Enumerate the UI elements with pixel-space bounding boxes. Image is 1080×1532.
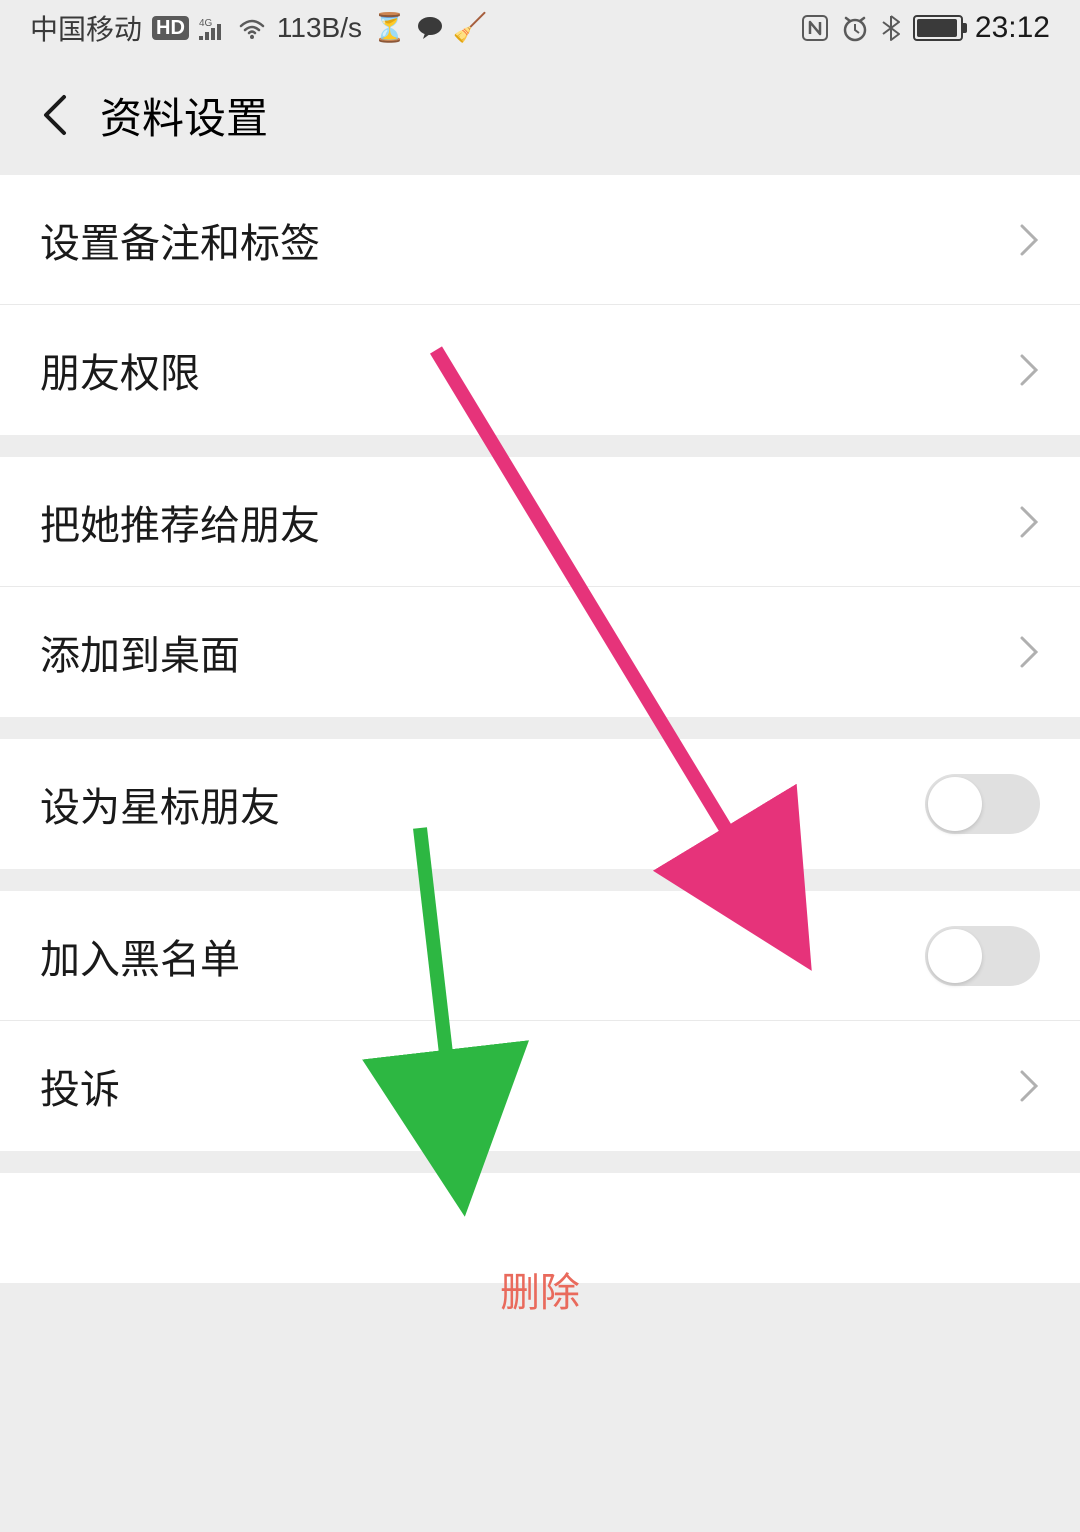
add-desktop-item[interactable]: 添加到桌面	[0, 587, 1080, 717]
blacklist-toggle[interactable]	[925, 926, 1040, 986]
toggle-knob	[928, 929, 982, 983]
chevron-right-icon	[1018, 222, 1040, 258]
chevron-right-icon	[1018, 1068, 1040, 1104]
chevron-right-icon	[1018, 352, 1040, 388]
delete-item[interactable]: 删除	[0, 1173, 1080, 1283]
group-gap	[0, 717, 1080, 739]
chevron-right-icon	[1018, 504, 1040, 540]
add-desktop-label: 添加到桌面	[40, 623, 240, 681]
star-friend-item: 设为星标朋友	[0, 739, 1080, 869]
toggle-knob	[928, 777, 982, 831]
time-display: 23:12	[975, 11, 1050, 45]
bluetooth-icon	[881, 14, 901, 42]
battery-icon	[913, 15, 963, 41]
back-button[interactable]	[30, 90, 80, 140]
alarm-icon	[841, 14, 869, 42]
hd-badge: HD	[152, 16, 189, 40]
chat-bubble-icon	[417, 16, 443, 40]
network-speed: 113B/s	[277, 12, 362, 44]
star-friend-label: 设为星标朋友	[40, 775, 280, 833]
remarks-tags-item[interactable]: 设置备注和标签	[0, 175, 1080, 305]
hourglass-icon: ⏳	[372, 11, 407, 44]
status-bar: 中国移动 HD 4G 113B/s ⏳ 🧹 23:12	[0, 0, 1080, 55]
complaint-label: 投诉	[40, 1057, 120, 1115]
blacklist-label: 加入黑名单	[40, 927, 240, 985]
cleaner-icon: 🧹	[453, 11, 488, 44]
delete-label: 删除	[500, 1260, 580, 1318]
carrier-label: 中国移动	[30, 8, 142, 48]
friend-permission-label: 朋友权限	[40, 341, 200, 399]
svg-text:4G: 4G	[199, 18, 213, 29]
remarks-tags-label: 设置备注和标签	[40, 211, 320, 269]
blacklist-item: 加入黑名单	[0, 891, 1080, 1021]
chevron-right-icon	[1018, 634, 1040, 670]
signal-4g-icon: 4G	[199, 16, 227, 40]
page-title: 资料设置	[100, 85, 268, 146]
complaint-item[interactable]: 投诉	[0, 1021, 1080, 1151]
recommend-friend-label: 把她推荐给朋友	[40, 493, 320, 551]
group-3: 设为星标朋友	[0, 739, 1080, 869]
group-1: 设置备注和标签 朋友权限	[0, 175, 1080, 435]
friend-permission-item[interactable]: 朋友权限	[0, 305, 1080, 435]
nfc-icon	[801, 14, 829, 42]
group-4: 加入黑名单 投诉	[0, 891, 1080, 1151]
wifi-icon	[237, 16, 267, 40]
group-gap	[0, 1151, 1080, 1173]
group-gap	[0, 869, 1080, 891]
group-2: 把她推荐给朋友 添加到桌面	[0, 457, 1080, 717]
header: 资料设置	[0, 55, 1080, 175]
recommend-friend-item[interactable]: 把她推荐给朋友	[0, 457, 1080, 587]
status-left: 中国移动 HD 4G 113B/s ⏳ 🧹	[30, 8, 488, 48]
status-right: 23:12	[801, 11, 1050, 45]
star-friend-toggle[interactable]	[925, 774, 1040, 834]
group-gap	[0, 435, 1080, 457]
